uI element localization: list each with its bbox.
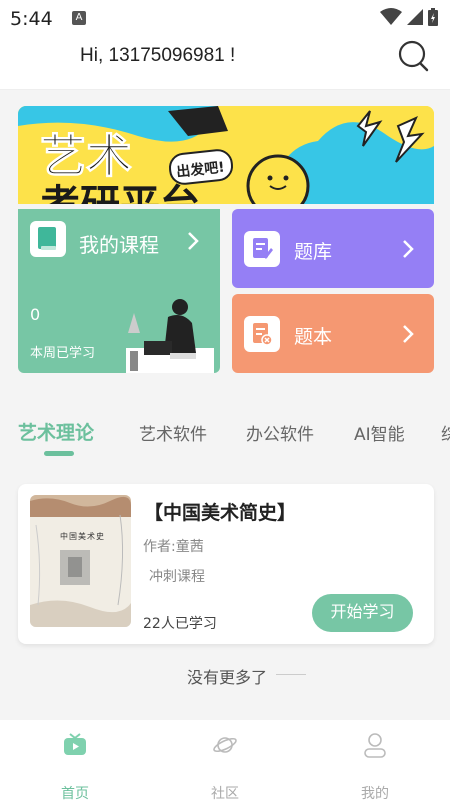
wifi-icon: [380, 8, 402, 25]
tab-office-software[interactable]: 办公软件: [246, 420, 314, 445]
tab-art-software[interactable]: 艺术软件: [139, 420, 207, 445]
nav-community-label: 社区: [211, 786, 239, 800]
notification-icon: A: [72, 11, 86, 25]
my-courses-title: 我的课程: [79, 233, 159, 257]
course-tag: 冲刺课程: [149, 569, 205, 585]
chevron-right-icon: [403, 240, 414, 258]
signal-icon: [407, 9, 423, 25]
tab-art-theory[interactable]: 艺术理论: [18, 418, 94, 445]
banner-subheadline: 考研平台: [40, 182, 200, 204]
search-icon: [398, 40, 429, 72]
category-tabs: 艺术理论 艺术软件 办公软件 AI智能 综: [0, 400, 450, 460]
search-button[interactable]: [396, 38, 432, 74]
nav-community[interactable]: 社区: [150, 720, 300, 800]
course-author: 作者:童茜: [143, 539, 204, 555]
tv-icon: [64, 733, 86, 755]
chevron-right-icon: [403, 325, 414, 343]
greeting-text: Hi, 13175096981 !: [80, 45, 236, 66]
promo-banner[interactable]: 出发吧! 艺术 考研平台: [18, 106, 434, 204]
book-cover-image: 中国美术史: [30, 495, 131, 627]
start-learning-button[interactable]: 开始学习: [312, 594, 413, 632]
question-bank-card[interactable]: 题库: [232, 209, 434, 288]
bottom-nav: 首页 社区 我的: [0, 720, 450, 800]
nav-profile-label: 我的: [361, 786, 389, 800]
nav-profile[interactable]: 我的: [300, 720, 450, 800]
document-edit-icon: [244, 231, 280, 267]
document-error-icon: [244, 316, 280, 352]
end-of-list: 没有更多了: [0, 664, 450, 688]
book-icon: [30, 221, 66, 257]
divider-line: [276, 674, 306, 675]
chevron-right-icon: [188, 232, 199, 250]
tab-ai[interactable]: AI智能: [354, 420, 405, 445]
planet-icon: [213, 737, 237, 753]
course-title: 【中国美术简史】: [144, 502, 297, 524]
mistake-notebook-card[interactable]: 题本: [232, 294, 434, 373]
course-card[interactable]: 中国美术史 【中国美术简史】 作者:童茜 冲刺课程 22人已学习 开始学习: [18, 484, 434, 644]
no-more-text: 没有更多了: [187, 668, 268, 687]
battery-icon: [428, 8, 438, 26]
status-time: 5:44: [10, 8, 53, 30]
status-icons: [380, 8, 438, 26]
banner-artwork: 出发吧! 艺术 考研平台: [18, 106, 434, 204]
status-bar: 5:44 A: [0, 0, 450, 36]
user-icon: [364, 733, 386, 758]
course-cover: 中国美术史: [30, 495, 131, 627]
active-tab-indicator: [44, 451, 74, 456]
nav-home[interactable]: 首页: [0, 720, 150, 800]
tab-more[interactable]: 综: [441, 420, 450, 445]
app-header: Hi, 13175096981 !: [0, 36, 450, 90]
cover-title: 中国美术史: [60, 531, 105, 541]
nav-home-label: 首页: [61, 786, 89, 800]
my-courses-card[interactable]: 我的课程 0 本周已学习: [18, 209, 220, 373]
mistake-notebook-title: 题本: [294, 326, 333, 348]
study-illustration: [126, 299, 214, 373]
question-bank-title: 题库: [294, 241, 333, 263]
banner-headline: 艺术: [40, 129, 132, 183]
learner-count: 22人已学习: [143, 616, 217, 632]
weekly-study-count: 0: [30, 305, 41, 324]
weekly-study-label: 本周已学习: [30, 346, 96, 361]
